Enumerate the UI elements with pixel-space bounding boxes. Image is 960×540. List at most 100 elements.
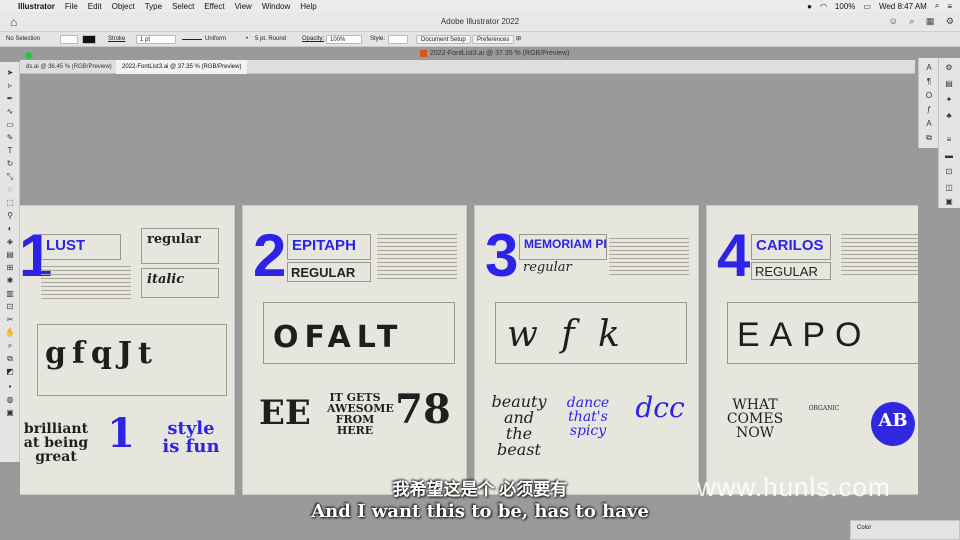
preferences-button[interactable]: Preferences — [472, 35, 515, 44]
artboard-4[interactable]: 4 CARILOS REGULAR EAPO WHAT COMES NOW OR… — [706, 205, 918, 495]
right-panel-dock-2: ⚙ ▤ ✦ ♣ ≡ ▬ ⊡ ◫ ▣ — [938, 58, 960, 208]
glyphs-panel-icon[interactable]: ƒ — [922, 104, 936, 116]
glyph-sample: OFALT — [273, 320, 404, 355]
shape-builder-tool-icon[interactable]: ◐ — [4, 224, 16, 234]
draw-mode-icon[interactable]: ◍ — [4, 395, 16, 405]
color-mode-icon[interactable]: ▪ — [4, 382, 16, 392]
sample-a: beauty and the beast — [491, 392, 547, 459]
control-center-icon[interactable]: ≡ — [947, 2, 952, 11]
para-styles-panel-icon[interactable]: ⧉ — [922, 132, 936, 144]
symbol-sprayer-tool-icon[interactable]: ✱ — [4, 276, 16, 286]
libraries-panel-icon[interactable]: ▤ — [942, 78, 956, 90]
style-label: Style: — [370, 36, 386, 42]
battery-icon[interactable]: ▭ — [863, 2, 871, 11]
scale-tool-icon[interactable]: ⤡ — [4, 172, 16, 182]
arrange-icon[interactable]: ⊞ — [516, 35, 521, 44]
artboard-2[interactable]: 2 EPITAPH REGULAR OFALT EE IT GETS AWESO… — [242, 205, 467, 495]
variable-width-select[interactable]: Uniform — [205, 35, 226, 44]
wifi-icon[interactable]: ◠ — [820, 2, 827, 11]
fill-swatch[interactable] — [60, 35, 78, 44]
eyedropper-tool-icon[interactable]: ⚲ — [4, 211, 16, 221]
subtitle-english: And I want this to be, has to have — [311, 501, 649, 522]
menu-effect[interactable]: Effect — [204, 2, 224, 11]
blend-tool-icon[interactable]: ⧉ — [4, 354, 16, 364]
artboard-tool-icon[interactable]: ⊡ — [4, 302, 16, 312]
canvas[interactable]: 1 LUST regular italic gfqJt brilliant at… — [20, 75, 918, 540]
symbols-panel-icon[interactable]: ♣ — [942, 110, 956, 122]
menubar: Illustrator File Edit Object Type Select… — [0, 0, 960, 12]
opacity-field[interactable]: 100% — [326, 35, 362, 44]
window-zoom-button[interactable] — [25, 52, 32, 59]
hand-tool-icon[interactable]: ✋ — [4, 328, 16, 338]
description-text — [377, 234, 457, 282]
menu-type[interactable]: Type — [145, 2, 162, 11]
properties-panel-icon[interactable]: ⚙ — [942, 62, 956, 74]
menu-view[interactable]: View — [235, 2, 252, 11]
stroke-panel-icon[interactable]: ▬ — [942, 150, 956, 162]
menu-file[interactable]: File — [65, 2, 78, 11]
glyph-sample: gfqJt — [45, 336, 158, 371]
opacity-label[interactable]: Opacity: — [302, 35, 324, 44]
menu-app[interactable]: Illustrator — [18, 2, 55, 11]
artboard-1[interactable]: 1 LUST regular italic gfqJt brilliant at… — [20, 205, 235, 495]
stroke-weight-field[interactable]: 1 pt — [136, 35, 176, 44]
workspace-icon[interactable]: ▦ — [926, 16, 935, 26]
fill-stroke-swatch-icon[interactable]: ◩ — [4, 367, 16, 377]
search-icon[interactable]: ⌕ — [935, 1, 939, 11]
align-panel-icon[interactable]: ≡ — [942, 134, 956, 146]
screen-mode-icon[interactable]: ▣ — [4, 408, 16, 418]
menu-select[interactable]: Select — [172, 2, 194, 11]
menu-object[interactable]: Object — [112, 2, 135, 11]
transform-panel-icon[interactable]: ⊡ — [942, 166, 956, 178]
user-icon[interactable]: ☺ — [889, 16, 898, 26]
layers-panel-icon[interactable]: ◫ — [942, 182, 956, 194]
pen-tool-icon[interactable]: ✒ — [4, 94, 16, 104]
style-swatch[interactable] — [388, 35, 408, 44]
opentype-panel-icon[interactable]: O — [922, 90, 936, 102]
brush-definition-select[interactable]: 5 pt. Round — [255, 35, 286, 44]
paint-bucket-tool-icon[interactable]: ◈ — [4, 237, 16, 247]
style-a: REGULAR — [755, 264, 818, 279]
document-title-text: 2022-FontList3.ai @ 37.35 % (RGB/Preview… — [430, 50, 570, 57]
menu-window[interactable]: Window — [262, 2, 290, 11]
color-panel-title: Color — [857, 525, 872, 531]
gradient-tool-icon[interactable]: ▤ — [4, 250, 16, 260]
artboard-number: 4 — [717, 222, 751, 289]
paintbrush-tool-icon[interactable]: ✎ — [4, 133, 16, 143]
font-name: MEMORIAM PRO — [519, 234, 607, 260]
paragraph-panel-icon[interactable]: ¶ — [922, 76, 936, 88]
stroke-profile-line — [182, 39, 202, 40]
description-text — [609, 238, 689, 278]
char-styles-panel-icon[interactable]: A — [922, 118, 936, 130]
artboard-3[interactable]: 3 MEMORIAM PRO regular w f k beauty and … — [474, 205, 699, 495]
font-name: CARILOS — [751, 234, 831, 260]
color-panel[interactable]: Color — [850, 520, 960, 540]
rotate-tool-icon[interactable]: ↻ — [4, 159, 16, 169]
rectangle-tool-icon[interactable]: ▭ — [4, 120, 16, 130]
menu-edit[interactable]: Edit — [88, 2, 102, 11]
artboards-panel-icon[interactable]: ▣ — [942, 196, 956, 208]
sample-a: EE — [259, 393, 311, 433]
stroke-label[interactable]: Stroke — [108, 35, 125, 44]
search-icon[interactable]: ⌕ — [909, 16, 914, 26]
curvature-tool-icon[interactable]: ∿ — [4, 107, 16, 117]
menu-help[interactable]: Help — [300, 2, 316, 11]
selection-tool-icon[interactable]: ➤ — [4, 68, 16, 78]
settings-icon[interactable]: ⚙ — [946, 16, 954, 26]
clock[interactable]: Wed 8:47 AM — [879, 2, 927, 11]
tab-fontlist3[interactable]: 2022-FontList3.ai @ 37.35 % (RGB/Preview… — [116, 60, 248, 74]
tab-ds[interactable]: ds.ai @ 36.45 % (RGB/Preview) — [20, 60, 118, 74]
stroke-swatch[interactable] — [82, 35, 96, 44]
character-panel-icon[interactable]: A — [922, 62, 936, 74]
slice-tool-icon[interactable]: ✂ — [4, 315, 16, 325]
zoom-tool-icon[interactable]: ⌕ — [4, 341, 16, 351]
document-setup-button[interactable]: Document Setup — [416, 35, 471, 44]
free-transform-tool-icon[interactable]: ⬚ — [4, 198, 16, 208]
mesh-tool-icon[interactable]: ⊞ — [4, 263, 16, 273]
type-tool-icon[interactable]: T — [4, 146, 16, 156]
direct-selection-tool-icon[interactable]: ▹ — [4, 81, 16, 91]
warp-tool-icon[interactable]: ◌ — [4, 185, 16, 195]
graph-tool-icon[interactable]: ▥ — [4, 289, 16, 299]
brushes-panel-icon[interactable]: ✦ — [942, 94, 956, 106]
record-icon[interactable]: ● — [807, 2, 812, 11]
